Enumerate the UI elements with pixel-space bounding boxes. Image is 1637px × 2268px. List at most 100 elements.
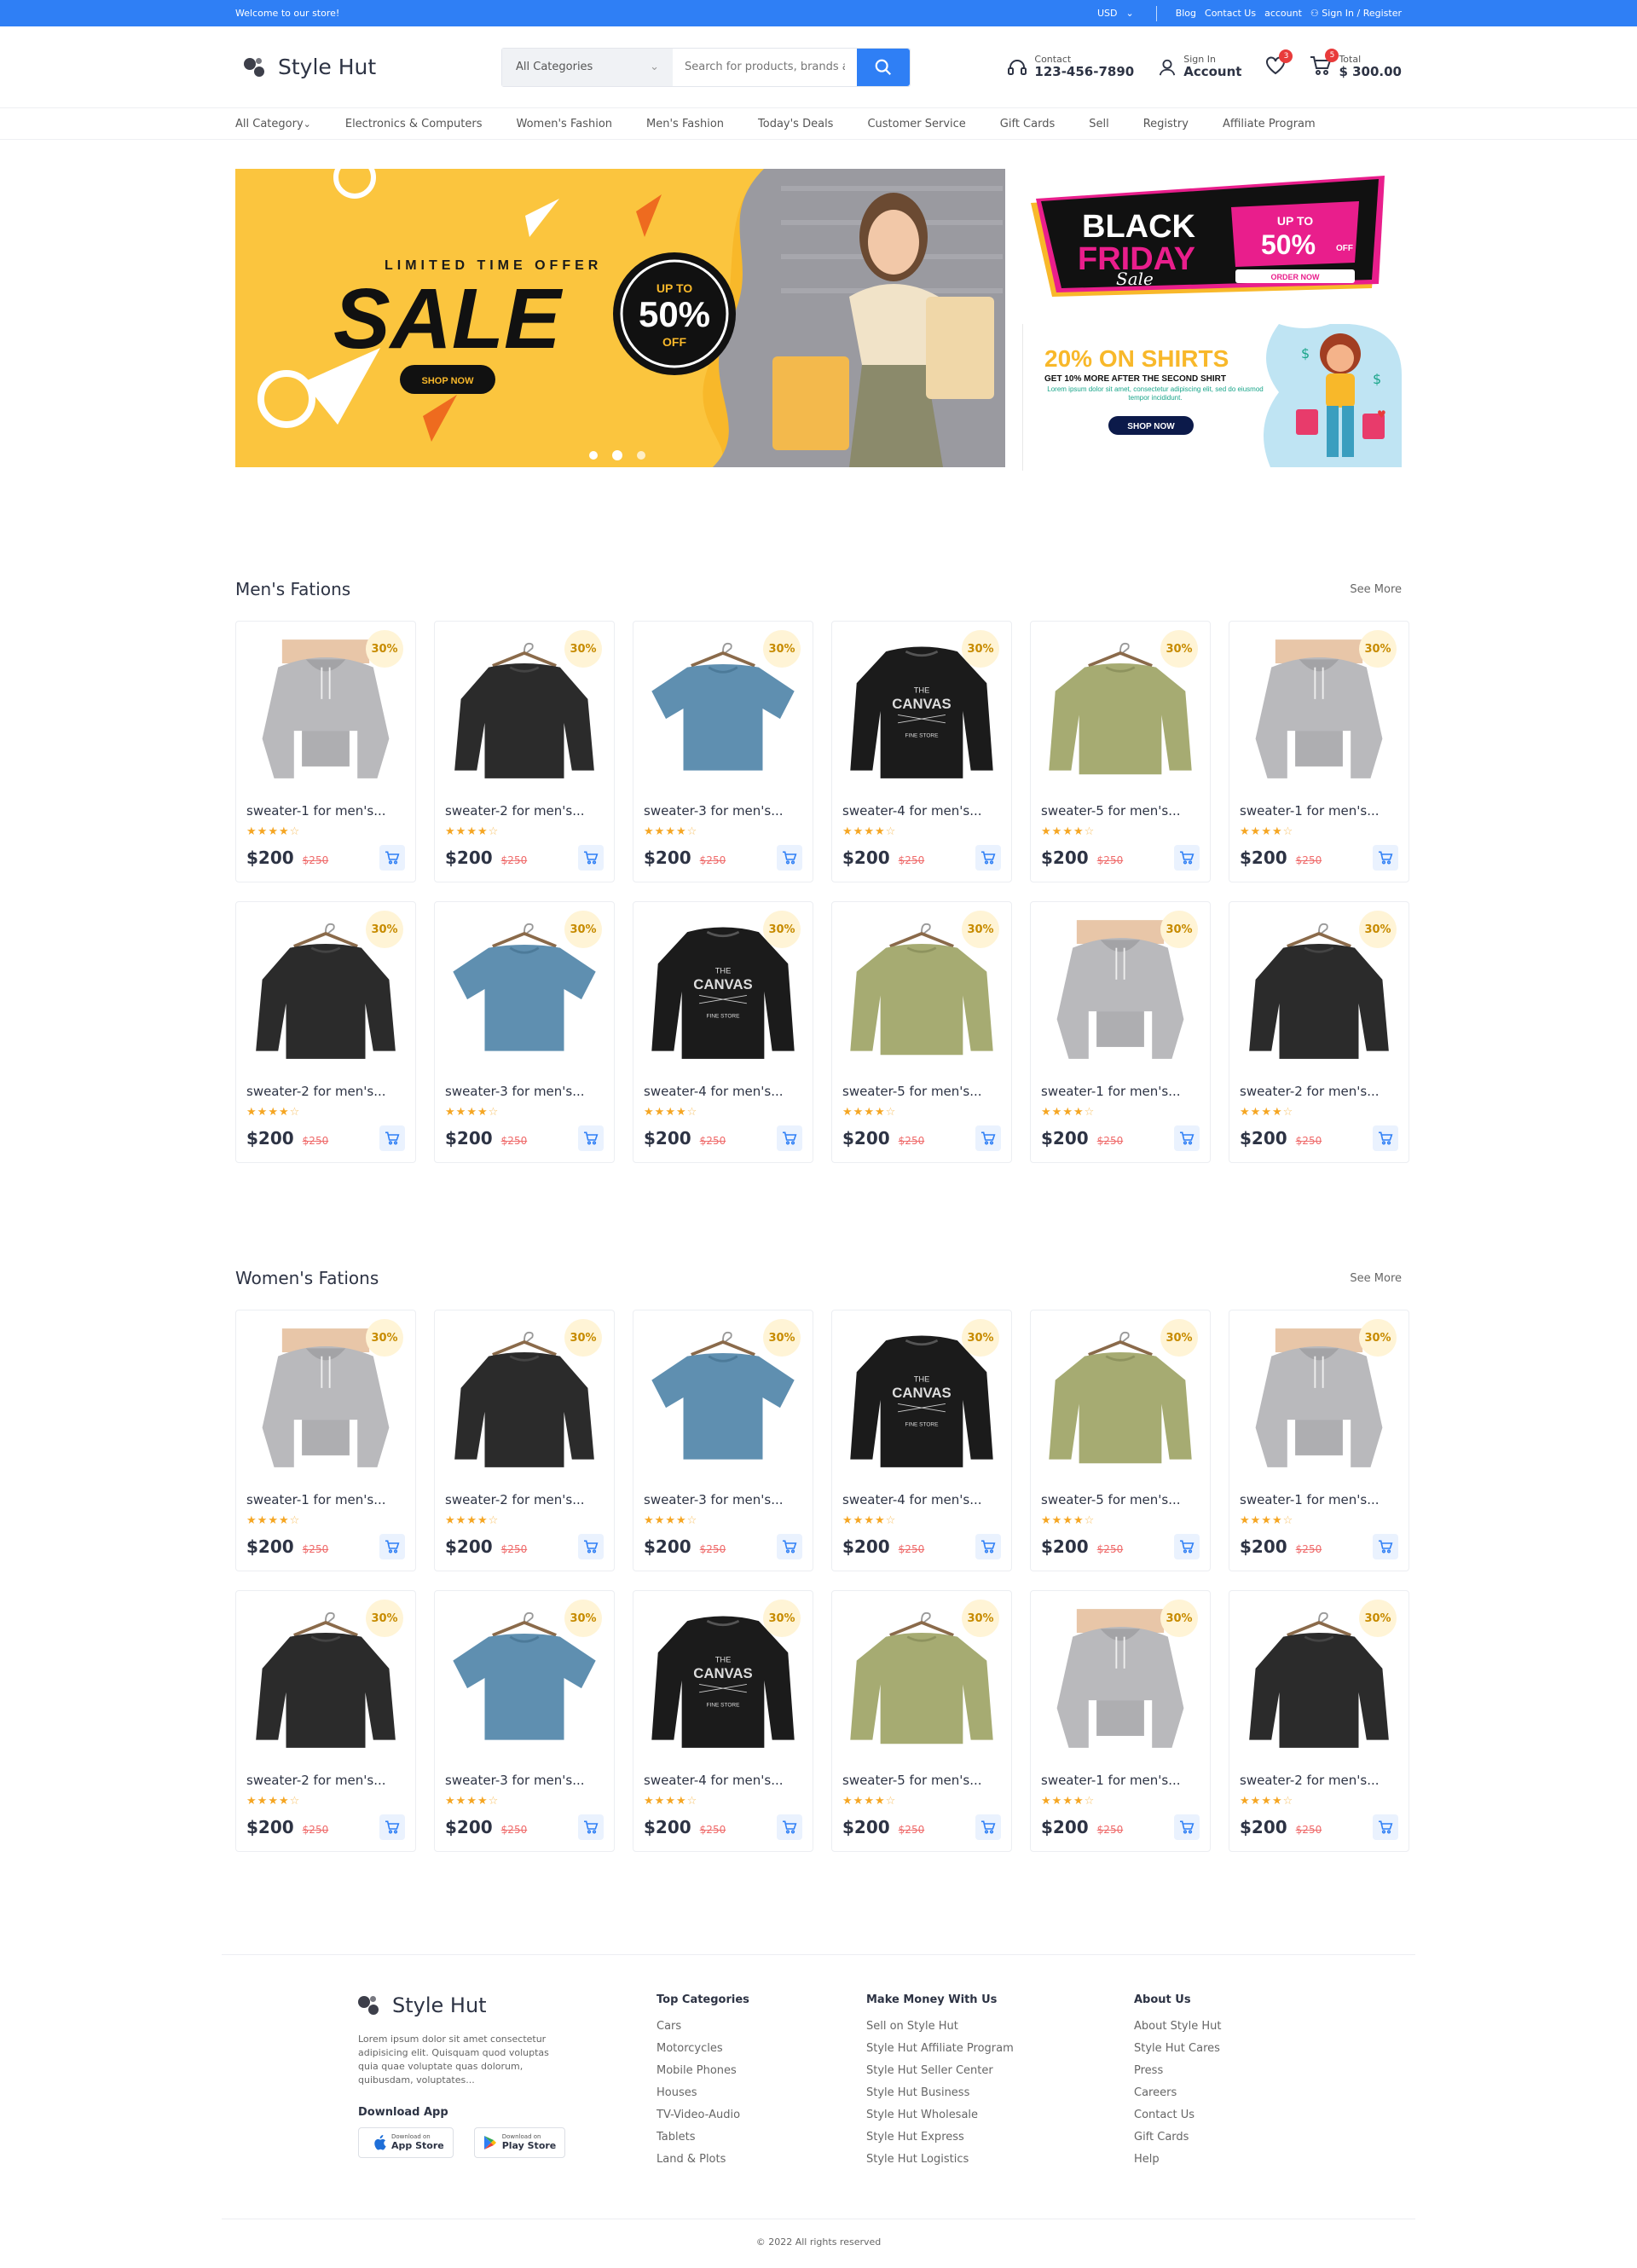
footer-link[interactable]: Help bbox=[1134, 2153, 1221, 2166]
footer-link[interactable]: Style Hut Seller Center bbox=[866, 2064, 1134, 2077]
footer-link[interactable]: Cars bbox=[657, 2020, 866, 2033]
product-card[interactable]: 30% sweater-2 for men's... ★★★★☆ $200 $250 bbox=[1229, 901, 1409, 1163]
footer-link[interactable]: Careers bbox=[1134, 2086, 1221, 2099]
product-name[interactable]: sweater-1 for men's... bbox=[1240, 1492, 1398, 1507]
add-to-cart-button[interactable] bbox=[1174, 845, 1200, 871]
footer-link[interactable]: Style Hut Express bbox=[866, 2131, 1134, 2144]
footer-link[interactable]: Gift Cards bbox=[1134, 2131, 1221, 2144]
add-to-cart-button[interactable] bbox=[1174, 1125, 1200, 1151]
product-card[interactable]: 30% sweater-1 for men's... ★★★★☆ $200 $250 bbox=[1030, 1590, 1211, 1852]
nav-item-customer-service[interactable]: Customer Service bbox=[867, 118, 965, 130]
add-to-cart-button[interactable] bbox=[578, 845, 604, 871]
footer-link[interactable]: Contact Us bbox=[1134, 2109, 1221, 2121]
add-to-cart-button[interactable] bbox=[1373, 1534, 1398, 1559]
nav-item-registry[interactable]: Registry bbox=[1143, 118, 1189, 130]
add-to-cart-button[interactable] bbox=[777, 1814, 802, 1840]
footer-link[interactable]: Style Hut Cares bbox=[1134, 2042, 1221, 2055]
product-name[interactable]: sweater-4 for men's... bbox=[644, 1773, 802, 1788]
wishlist-button[interactable]: 3 bbox=[1265, 49, 1293, 78]
product-name[interactable]: sweater-3 for men's... bbox=[644, 803, 802, 819]
product-card[interactable]: 30% sweater-1 for men's... ★★★★☆ $200 $250 bbox=[1229, 621, 1409, 882]
add-to-cart-button[interactable] bbox=[975, 1534, 1001, 1559]
product-name[interactable]: sweater-1 for men's... bbox=[246, 1492, 405, 1507]
product-name[interactable]: sweater-1 for men's... bbox=[1041, 1773, 1200, 1788]
add-to-cart-button[interactable] bbox=[1174, 1534, 1200, 1559]
product-card[interactable]: 30% sweater-2 for men's... ★★★★☆ $200 $250 bbox=[235, 901, 416, 1163]
signin-link[interactable]: ⚇ Sign In / Register bbox=[1310, 8, 1402, 19]
product-name[interactable]: sweater-2 for men's... bbox=[445, 1492, 604, 1507]
product-card[interactable]: 30% sweater-1 for men's... ★★★★☆ $200 $250 bbox=[235, 621, 416, 882]
contact-link[interactable]: Contact Us bbox=[1205, 8, 1256, 19]
add-to-cart-button[interactable] bbox=[1373, 1814, 1398, 1840]
logo[interactable]: Style Hut bbox=[235, 55, 501, 79]
product-name[interactable]: sweater-5 for men's... bbox=[1041, 803, 1200, 819]
footer-link[interactable]: TV-Video-Audio bbox=[657, 2109, 866, 2121]
footer-link[interactable]: Land & Plots bbox=[657, 2153, 866, 2166]
add-to-cart-button[interactable] bbox=[1373, 1125, 1398, 1151]
add-to-cart-button[interactable] bbox=[975, 1814, 1001, 1840]
add-to-cart-button[interactable] bbox=[379, 1534, 405, 1559]
footer-link[interactable]: Sell on Style Hut bbox=[866, 2020, 1134, 2033]
product-name[interactable]: sweater-4 for men's... bbox=[842, 1492, 1001, 1507]
product-card[interactable]: 30% sweater-2 for men's... ★★★★☆ $200 $250 bbox=[434, 621, 615, 882]
account-link[interactable]: account bbox=[1264, 8, 1302, 19]
product-card[interactable]: 30% sweater-1 for men's... ★★★★☆ $200 $250 bbox=[235, 1310, 416, 1571]
product-card[interactable]: 30% sweater-5 for men's... ★★★★☆ $200 $250 bbox=[1030, 1310, 1211, 1571]
product-card[interactable]: 30% sweater-1 for men's... ★★★★☆ $200 $250 bbox=[1229, 1310, 1409, 1571]
contact-info[interactable]: Contact 123-456-7890 bbox=[1007, 55, 1134, 79]
footer-link[interactable]: Houses bbox=[657, 2086, 866, 2099]
currency-select[interactable]: USD ⌄ bbox=[1097, 8, 1134, 19]
app-store-button[interactable]: Download on App Store bbox=[358, 2126, 454, 2158]
search-input[interactable] bbox=[673, 48, 857, 86]
nav-item-affiliate-program[interactable]: Affiliate Program bbox=[1223, 118, 1316, 130]
main-sale-banner[interactable]: LIMITED TIME OFFER SALE UP TO 50% OFF SH… bbox=[235, 169, 1005, 467]
product-name[interactable]: sweater-5 for men's... bbox=[1041, 1492, 1200, 1507]
nav-item-today-s-deals[interactable]: Today's Deals bbox=[758, 118, 833, 130]
nav-item-men-s-fashion[interactable]: Men's Fashion bbox=[646, 118, 724, 130]
footer-link[interactable]: Tablets bbox=[657, 2131, 866, 2144]
footer-link[interactable]: Motorcycles bbox=[657, 2042, 866, 2055]
product-card[interactable]: 30% sweater-5 for men's... ★★★★☆ $200 $250 bbox=[1030, 621, 1211, 882]
add-to-cart-button[interactable] bbox=[578, 1814, 604, 1840]
product-name[interactable]: sweater-4 for men's... bbox=[644, 1084, 802, 1099]
footer-link[interactable]: Style Hut Logistics bbox=[866, 2153, 1134, 2166]
product-card[interactable]: 30% sweater-2 for men's... ★★★★☆ $200 $250 bbox=[434, 1310, 615, 1571]
add-to-cart-button[interactable] bbox=[1174, 1814, 1200, 1840]
search-button[interactable] bbox=[857, 48, 910, 86]
account-menu[interactable]: Sign In Account bbox=[1158, 55, 1241, 79]
product-card[interactable]: 30% sweater-3 for men's... ★★★★☆ $200 $250 bbox=[633, 1310, 813, 1571]
nav-item-electronics-computers[interactable]: Electronics & Computers bbox=[345, 118, 483, 130]
product-name[interactable]: sweater-3 for men's... bbox=[644, 1492, 802, 1507]
see-more-link[interactable]: See More bbox=[1350, 1272, 1402, 1285]
add-to-cart-button[interactable] bbox=[379, 1814, 405, 1840]
footer-link[interactable]: Style Hut Wholesale bbox=[866, 2109, 1134, 2121]
product-card[interactable]: 30% sweater-5 for men's... ★★★★☆ $200 $250 bbox=[831, 1590, 1012, 1852]
add-to-cart-button[interactable] bbox=[379, 845, 405, 871]
product-card[interactable]: 30% sweater-2 for men's... ★★★★☆ $200 $250 bbox=[235, 1590, 416, 1852]
product-name[interactable]: sweater-2 for men's... bbox=[445, 803, 604, 819]
product-card[interactable]: 30% sweater-2 for men's... ★★★★☆ $200 $250 bbox=[1229, 1590, 1409, 1852]
product-card[interactable]: THE CANVAS FINE STORE 30% sweater-4 for men'… bbox=[633, 1590, 813, 1852]
add-to-cart-button[interactable] bbox=[777, 1125, 802, 1151]
footer-link[interactable]: Style Hut Affiliate Program bbox=[866, 2042, 1134, 2055]
product-name[interactable]: sweater-2 for men's... bbox=[246, 1773, 405, 1788]
product-name[interactable]: sweater-3 for men's... bbox=[445, 1773, 604, 1788]
footer-link[interactable]: Style Hut Business bbox=[866, 2086, 1134, 2099]
product-name[interactable]: sweater-2 for men's... bbox=[246, 1084, 405, 1099]
footer-logo[interactable]: Style Hut bbox=[358, 1993, 657, 2017]
product-card[interactable]: 30% sweater-1 for men's... ★★★★☆ $200 $250 bbox=[1030, 901, 1211, 1163]
footer-link[interactable]: About Style Hut bbox=[1134, 2020, 1221, 2033]
product-name[interactable]: sweater-3 for men's... bbox=[445, 1084, 604, 1099]
product-card[interactable]: 30% sweater-3 for men's... ★★★★☆ $200 $250 bbox=[434, 901, 615, 1163]
add-to-cart-button[interactable] bbox=[777, 845, 802, 871]
nav-item-gift-cards[interactable]: Gift Cards bbox=[1000, 118, 1055, 130]
product-name[interactable]: sweater-1 for men's... bbox=[246, 803, 405, 819]
shirts-banner[interactable]: 20% ON SHIRTS GET 10% MORE AFTER THE SEC… bbox=[1022, 323, 1402, 471]
nav-item-women-s-fashion[interactable]: Women's Fashion bbox=[517, 118, 613, 130]
black-friday-banner[interactable]: BLACK FRIDAY Sale UP TO 50% OFF ORDER NO… bbox=[1022, 169, 1402, 312]
product-card[interactable]: THE CANVAS FINE STORE 30% sweater-4 for men'… bbox=[831, 621, 1012, 882]
product-card[interactable]: THE CANVAS FINE STORE 30% sweater-4 for men'… bbox=[831, 1310, 1012, 1571]
add-to-cart-button[interactable] bbox=[1373, 845, 1398, 871]
product-name[interactable]: sweater-2 for men's... bbox=[1240, 1084, 1398, 1099]
cart-button[interactable]: 5 Total $ 300.00 bbox=[1310, 48, 1402, 79]
